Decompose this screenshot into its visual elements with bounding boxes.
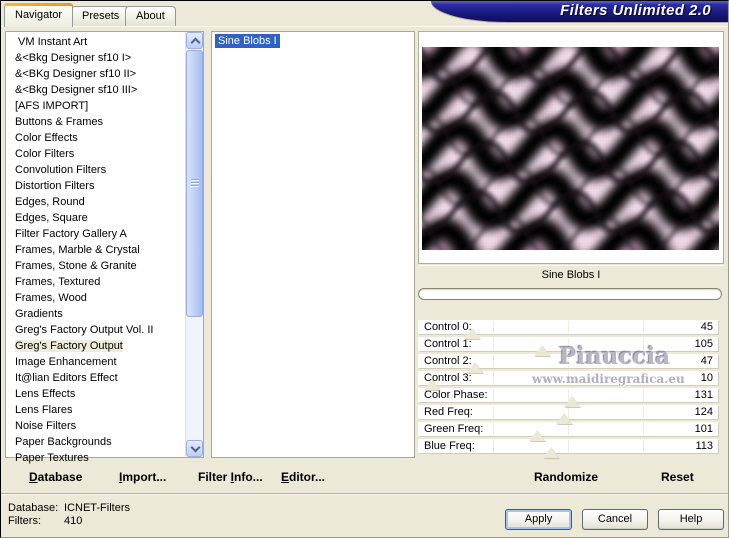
randomize-button[interactable]: Randomize: [534, 470, 598, 484]
category-list[interactable]: VM Instant Art &<Bkg Designer sf10 I> &<BK…: [5, 31, 204, 464]
control-value: 10: [700, 372, 713, 384]
control-value: 105: [694, 338, 713, 350]
category-item[interactable]: VM Instant Art: [6, 34, 203, 50]
category-item[interactable]: Lens Flares: [6, 402, 203, 418]
slider-row[interactable]: Blue Freq: 113: [418, 439, 718, 458]
control-label: Blue Freq:: [424, 440, 475, 452]
category-item[interactable]: [AFS IMPORT]: [6, 98, 203, 114]
slider-thumb-triangle[interactable]: [555, 413, 572, 424]
control-label: Control 1:: [424, 338, 472, 350]
category-item[interactable]: Buttons & Frames: [6, 114, 203, 130]
category-item[interactable]: Gradients: [6, 306, 203, 322]
control-value: 131: [694, 389, 713, 401]
category-item[interactable]: It@lian Editors Effect: [6, 370, 203, 386]
import-button[interactable]: Import...: [119, 470, 166, 484]
status-filters-label: Filters:: [8, 515, 41, 527]
category-item[interactable]: Edges, Round: [6, 194, 203, 210]
slider-row[interactable]: Color Phase: 131: [418, 388, 718, 407]
tab-presets[interactable]: Presets: [71, 6, 131, 27]
reset-button[interactable]: Reset: [661, 470, 694, 484]
filter-info-button[interactable]: Filter Info...: [198, 470, 263, 484]
tab-about[interactable]: About: [125, 6, 176, 27]
watermark-name: Pinuccia: [559, 343, 671, 370]
category-item[interactable]: Filter Factory Gallery A: [6, 226, 203, 242]
label-part: ditor...: [289, 470, 326, 484]
separator-line: [1, 494, 728, 495]
tabpage-top-edge: [1, 26, 728, 27]
control-value: 101: [694, 423, 713, 435]
preview-panel: [418, 31, 724, 264]
category-item[interactable]: Paper Textures: [6, 450, 203, 466]
apply-button[interactable]: Apply: [505, 509, 572, 530]
category-item[interactable]: Frames, Marble & Crystal: [6, 242, 203, 258]
filter-list[interactable]: Sine Blobs I: [211, 31, 415, 458]
progress-bar: [418, 288, 722, 300]
control-label: Red Freq:: [424, 406, 473, 418]
slider-thumb-triangle[interactable]: [543, 447, 560, 458]
control-label: Green Freq:: [424, 423, 484, 435]
status-database-label: Database:: [8, 502, 59, 514]
category-item[interactable]: &<BKg Designer sf10 II>: [6, 66, 203, 82]
help-button[interactable]: Help: [658, 509, 724, 530]
tab-navigator[interactable]: Navigator: [4, 3, 74, 27]
category-item[interactable]: Color Filters: [6, 146, 203, 162]
slider-thumb-triangle[interactable]: [466, 362, 483, 373]
category-item[interactable]: Distortion Filters: [6, 178, 203, 194]
control-value: 113: [695, 440, 713, 452]
tab-presets-label: Presets: [82, 10, 120, 22]
label-mnemonic: D: [29, 470, 38, 484]
database-button[interactable]: Database: [29, 470, 82, 484]
scrollbar-thumb[interactable]: [186, 50, 203, 317]
category-item[interactable]: Greg's Factory Output Vol. II: [6, 322, 203, 338]
category-item[interactable]: Paper Backgrounds: [6, 434, 203, 450]
filters-unlimited-dialog: Navigator Presets About Filters Unlimite…: [0, 0, 729, 538]
category-item[interactable]: Color Effects: [6, 130, 203, 146]
slider-thumb-triangle[interactable]: [464, 328, 481, 339]
control-label: Control 2:: [424, 355, 472, 367]
category-item[interactable]: Frames, Wood: [6, 290, 203, 306]
slider-row[interactable]: Control 0: 45: [418, 320, 718, 339]
slider-thumb-triangle[interactable]: [533, 345, 550, 356]
editor-button[interactable]: Editor...: [281, 470, 325, 484]
label-part: nfo...: [234, 470, 263, 484]
slider-thumb-triangle[interactable]: [423, 379, 440, 390]
category-item[interactable]: Image Enhancement: [6, 354, 203, 370]
tab-about-label: About: [136, 10, 165, 22]
category-item[interactable]: Noise Filters: [6, 418, 203, 434]
label-part: Filter: [198, 470, 231, 484]
category-item[interactable]: Lens Effects: [6, 386, 203, 402]
filter-preview-image: [422, 47, 719, 250]
slider-row[interactable]: Red Freq: 124: [418, 405, 718, 424]
category-item[interactable]: Greg's Factory Output: [6, 338, 203, 354]
app-title: Filters Unlimited 2.0: [560, 2, 711, 19]
label-mnemonic: E: [281, 470, 290, 484]
label-part: atabase: [37, 470, 83, 484]
control-value: 124: [694, 406, 713, 418]
category-scrollbar[interactable]: [185, 32, 203, 457]
slider-thumb-triangle[interactable]: [529, 430, 546, 441]
category-item[interactable]: Convolution Filters: [6, 162, 203, 178]
slider-thumb-triangle[interactable]: [564, 396, 581, 407]
watermark-site: www.maidiregrafica.eu: [532, 372, 685, 386]
cancel-button[interactable]: Cancel: [582, 509, 648, 530]
category-item[interactable]: Edges, Square: [6, 210, 203, 226]
slider-row[interactable]: Green Freq: 101: [418, 422, 718, 441]
category-item[interactable]: &<Bkg Designer sf10 I>: [6, 50, 203, 66]
label-part: mport...: [122, 470, 167, 484]
status-filters-value: 410: [64, 515, 83, 527]
category-item[interactable]: Frames, Textured: [6, 274, 203, 290]
control-value: 45: [700, 321, 713, 333]
controls-list: Control 0: 45 Control 1: 105 Control 2: 47 Con…: [418, 320, 718, 458]
scroll-down-icon[interactable]: [186, 440, 203, 457]
scroll-up-icon[interactable]: [186, 32, 203, 49]
tab-navigator-label: Navigator: [15, 9, 63, 21]
category-item[interactable]: Frames, Stone & Granite: [6, 258, 203, 274]
filter-item[interactable]: Sine Blobs I: [212, 32, 414, 48]
status-database-value: ICNET-Filters: [64, 502, 130, 514]
control-label: Color Phase:: [424, 389, 488, 401]
selected-filter-title: Sine Blobs I: [418, 265, 724, 285]
control-value: 47: [700, 355, 713, 367]
category-item[interactable]: &<Bkg Designer sf10 III>: [6, 82, 203, 98]
